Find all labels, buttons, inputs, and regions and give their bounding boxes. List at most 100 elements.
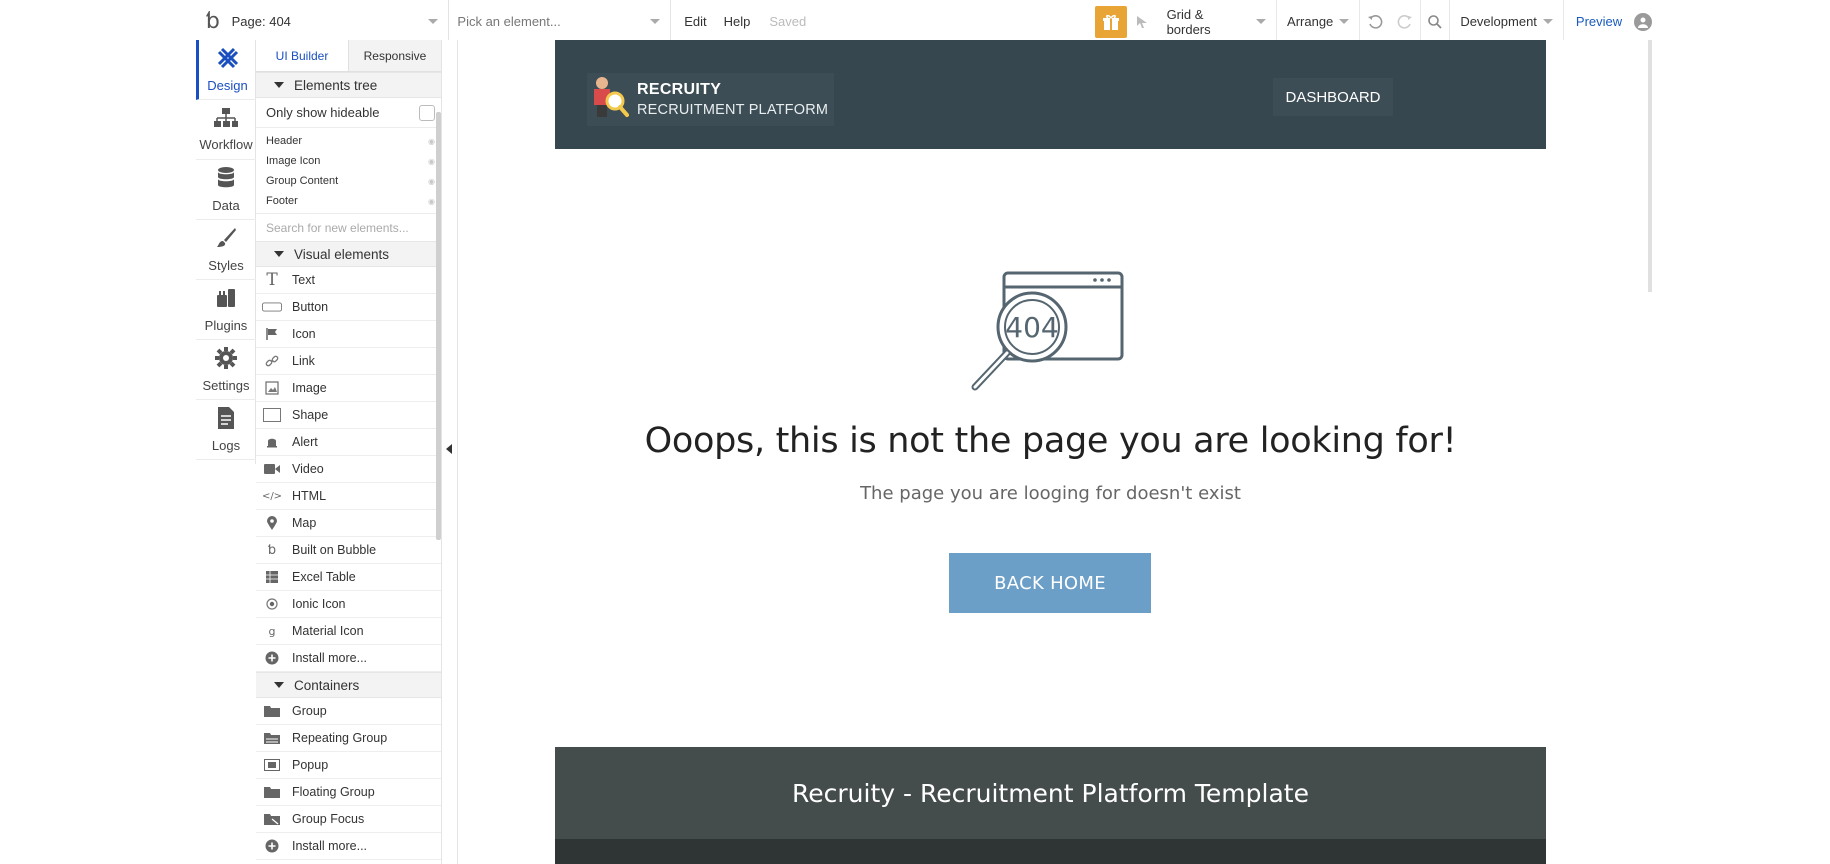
link-icon — [262, 354, 282, 368]
rail-item-label: Styles — [208, 258, 244, 273]
page-subline[interactable]: The page you are looging for doesn't exi… — [555, 483, 1546, 504]
bubble-logo-icon[interactable]: ƅ — [196, 0, 230, 44]
image-icon — [262, 381, 282, 395]
element-icon[interactable]: Icon — [256, 321, 441, 348]
canvas-scrollbar[interactable] — [1648, 40, 1652, 292]
grid-borders-dropdown[interactable]: Grid & borders — [1157, 0, 1278, 44]
collapse-panel-strip[interactable] — [442, 40, 458, 864]
page-footer[interactable]: Recruity - Recruitment Platform Template — [555, 747, 1546, 839]
container-group[interactable]: Group — [256, 698, 441, 725]
rail-item-data[interactable]: Data — [196, 160, 256, 220]
only-show-hideable-checkbox[interactable] — [419, 104, 435, 121]
workflow-icon — [213, 107, 239, 134]
search-icon[interactable] — [1419, 0, 1450, 44]
user-avatar-icon[interactable] — [1634, 12, 1652, 31]
caret-down-icon — [274, 682, 284, 688]
tab-ui-builder[interactable]: UI Builder — [256, 40, 349, 71]
eye-icon[interactable]: ◉ — [428, 137, 435, 146]
dashboard-button[interactable]: DASHBOARD — [1273, 78, 1393, 116]
rail-item-workflow[interactable]: Workflow — [196, 100, 256, 160]
eye-icon[interactable]: ◉ — [428, 157, 435, 166]
folder-icon — [262, 705, 282, 717]
tree-item-label: Group Content — [266, 175, 339, 187]
element-material-icon[interactable]: g Material Icon — [256, 618, 441, 645]
visual-elements-header[interactable]: Visual elements — [256, 241, 441, 267]
group-content[interactable]: 404 Ooops, this is not the page you are … — [555, 149, 1546, 747]
search-elements-input[interactable]: Search for new elements... — [256, 213, 441, 241]
element-shape[interactable]: Shape — [256, 402, 441, 429]
element-install-more[interactable]: Install more... — [256, 645, 441, 672]
element-alert[interactable]: Alert — [256, 429, 441, 456]
element-map[interactable]: Map — [256, 510, 441, 537]
recruiter-magnifier-icon — [589, 75, 629, 124]
preview-link[interactable]: Preview — [1564, 0, 1634, 44]
bubble-editor: ƅ Page: 404 Pick an element... Edit Help… — [0, 0, 1830, 864]
rail-item-styles[interactable]: Styles — [196, 220, 256, 280]
back-home-button[interactable]: BACK HOME — [949, 553, 1151, 613]
container-popup[interactable]: Popup — [256, 752, 441, 779]
redo-icon[interactable] — [1390, 0, 1420, 44]
elements-tree-header[interactable]: Elements tree — [256, 72, 441, 98]
element-text[interactable]: T Text — [256, 267, 441, 294]
top-toolbar: ƅ Page: 404 Pick an element... Edit Help… — [196, 0, 1652, 44]
containers-header[interactable]: Containers — [256, 672, 441, 698]
grid-borders-label: Grid & borders — [1166, 6, 1211, 37]
ionic-icon — [262, 598, 282, 610]
element-link[interactable]: Link — [256, 348, 441, 375]
rail-item-settings[interactable]: Settings — [196, 340, 256, 400]
element-label: Icon — [292, 327, 316, 341]
element-label: Built on Bubble — [292, 543, 377, 557]
gift-icon[interactable] — [1095, 5, 1127, 38]
element-built-on-bubble[interactable]: ƅ Built on Bubble — [256, 537, 441, 564]
rail-item-design[interactable]: Design — [196, 40, 256, 100]
arrange-dropdown[interactable]: Arrange — [1277, 0, 1361, 44]
section-title: Elements tree — [294, 77, 378, 93]
rail-item-logs[interactable]: Logs — [196, 400, 256, 460]
help-menu[interactable]: Help — [720, 0, 764, 44]
tree-item-group-content[interactable]: Group Content ◉ — [256, 171, 441, 191]
element-html[interactable]: </> HTML — [256, 483, 441, 510]
alert-icon — [262, 435, 282, 449]
tree-item-header[interactable]: Header ◉ — [256, 131, 441, 151]
404-illustration-icon[interactable]: 404 — [959, 265, 1129, 410]
element-picker-placeholder: Pick an element... — [457, 14, 561, 29]
environment-dropdown[interactable]: Development — [1449, 0, 1564, 44]
eye-icon[interactable]: ◉ — [428, 197, 435, 206]
element-label: Text — [292, 273, 315, 287]
element-label: Repeating Group — [292, 731, 388, 745]
eye-icon[interactable]: ◉ — [428, 177, 435, 186]
element-label: Install more... — [292, 651, 368, 665]
plus-circle-icon — [262, 651, 282, 665]
container-floating-group[interactable]: Floating Group — [256, 779, 441, 806]
element-ionic-icon[interactable]: Ionic Icon — [256, 591, 441, 618]
brand-logo[interactable]: RECRUITY RECRUITMENT PLATFORM — [587, 73, 835, 126]
edit-menu[interactable]: Edit — [671, 0, 719, 44]
page-selector[interactable]: Page: 404 — [230, 0, 450, 44]
page-headline[interactable]: Ooops, this is not the page you are look… — [555, 421, 1546, 461]
container-group-focus[interactable]: Group Focus — [256, 806, 441, 833]
element-button[interactable]: Button — [256, 294, 441, 321]
undo-icon[interactable] — [1360, 0, 1390, 44]
button-icon — [262, 302, 282, 312]
panel-scrollbar[interactable] — [436, 112, 441, 540]
element-label: Link — [292, 354, 315, 368]
element-label: Group — [292, 704, 327, 718]
group-focus-icon — [262, 813, 282, 825]
element-image[interactable]: Image — [256, 375, 441, 402]
element-video[interactable]: Video — [256, 456, 441, 483]
container-install-more[interactable]: Install more... — [256, 833, 441, 860]
element-label: Button — [292, 300, 329, 314]
rail-item-label: Data — [212, 198, 240, 213]
container-repeating-group[interactable]: Repeating Group — [256, 725, 441, 752]
page-header[interactable]: RECRUITY RECRUITMENT PLATFORM DASHBOARD — [555, 40, 1546, 149]
element-picker[interactable]: Pick an element... — [449, 0, 672, 44]
cursor-icon[interactable] — [1127, 0, 1157, 44]
tree-item-image-icon[interactable]: Image Icon ◉ — [256, 151, 441, 171]
element-excel-table[interactable]: Excel Table — [256, 564, 441, 591]
tab-responsive[interactable]: Responsive — [349, 40, 441, 71]
html-icon: </> — [261, 490, 283, 502]
tree-item-footer[interactable]: Footer ◉ — [256, 191, 441, 211]
rail-item-plugins[interactable]: Plugins — [196, 280, 256, 340]
collapse-arrow-icon[interactable] — [446, 444, 452, 454]
error-code-text: 404 — [1005, 311, 1058, 344]
